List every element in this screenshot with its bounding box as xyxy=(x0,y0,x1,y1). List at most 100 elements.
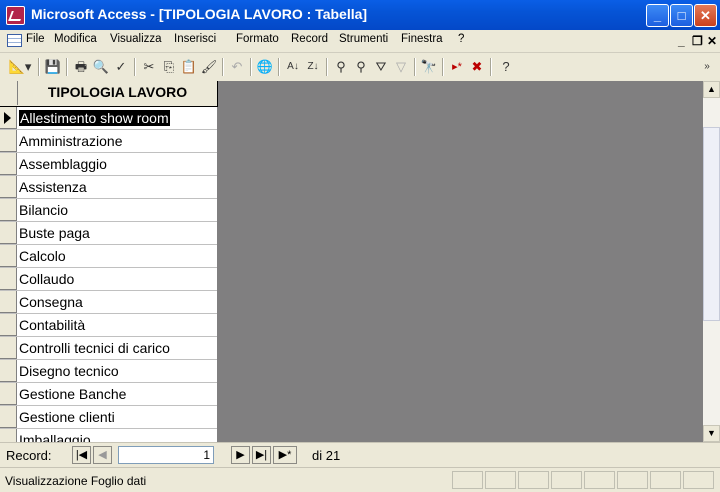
current-record-icon xyxy=(4,112,11,124)
table-cell[interactable]: Gestione Banche xyxy=(19,386,217,402)
maximize-button[interactable]: □ xyxy=(670,4,693,27)
filter-by-selection-icon[interactable]: ⚲ xyxy=(332,58,350,76)
sort-descending-icon[interactable]: Z↓ xyxy=(304,58,322,76)
insert-hyperlink-icon[interactable]: 🌐 xyxy=(256,58,274,76)
undo-icon[interactable]: ↶ xyxy=(228,58,246,76)
help-icon[interactable]: ? xyxy=(497,58,515,76)
design-view-icon[interactable]: 📐▾ xyxy=(6,58,34,76)
current-record-input[interactable]: 1 xyxy=(118,446,214,464)
menu-finestra[interactable]: Finestra xyxy=(401,33,443,45)
save-icon[interactable]: 💾 xyxy=(44,58,62,76)
format-painter-icon[interactable]: 🖌 xyxy=(200,58,218,76)
print-preview-icon[interactable]: 🔍 xyxy=(92,58,110,76)
minimize-button[interactable]: _ xyxy=(646,4,669,27)
table-cell[interactable]: Disegno tecnico xyxy=(19,363,217,379)
find-icon[interactable]: 🔭 xyxy=(420,58,438,76)
table-row[interactable]: Controlli tecnici di carico xyxy=(0,337,217,360)
spelling-icon[interactable]: ✓ xyxy=(112,58,130,76)
record-selector[interactable] xyxy=(0,130,17,152)
menu-strumenti[interactable]: Strumenti xyxy=(339,33,388,45)
scroll-thumb[interactable] xyxy=(703,127,720,321)
toolbar-separator xyxy=(250,58,252,76)
table-row[interactable]: Gestione clienti xyxy=(0,406,217,429)
table-row[interactable]: Collaudo xyxy=(0,268,217,291)
table-cell[interactable]: Allestimento show room xyxy=(19,110,217,126)
table-cell[interactable]: Bilancio xyxy=(19,202,217,218)
scroll-down-button[interactable]: ▼ xyxy=(703,425,720,442)
table-cell[interactable]: Amministrazione xyxy=(19,133,217,149)
table-row[interactable]: Contabilità xyxy=(0,314,217,337)
menu-record[interactable]: Record xyxy=(291,33,328,45)
mdi-close-button[interactable]: ✕ xyxy=(707,34,717,48)
new-record-button[interactable]: ▶* xyxy=(273,446,297,464)
menu-formato[interactable]: Formato xyxy=(236,33,279,45)
last-record-button[interactable]: ▶| xyxy=(252,446,271,464)
table-cell[interactable]: Buste paga xyxy=(19,225,217,241)
new-record-icon[interactable]: ▸* xyxy=(448,58,466,76)
record-selector[interactable] xyxy=(0,176,17,198)
sort-ascending-icon[interactable]: A↓ xyxy=(284,58,302,76)
table-row[interactable]: Calcolo xyxy=(0,245,217,268)
table-row[interactable]: Assemblaggio xyxy=(0,153,217,176)
table-row[interactable]: Buste paga xyxy=(0,222,217,245)
menu-visualizza[interactable]: Visualizza xyxy=(110,33,162,45)
copy-icon[interactable]: ⎘ xyxy=(160,58,178,76)
table-cell[interactable]: Calcolo xyxy=(19,248,217,264)
standard-toolbar: 📐▾ 💾 🖶 🔍 ✓ ✂ ⎘ 📋 🖌 ↶ 🌐 A↓ Z↓ ⚲ ⚲ ⛛ ▽ 🔭 ▸… xyxy=(0,53,720,82)
select-all-corner[interactable] xyxy=(0,81,18,105)
table-cell[interactable]: Consegna xyxy=(19,294,217,310)
previous-record-button[interactable]: ◀ xyxy=(93,446,112,464)
record-selector[interactable] xyxy=(0,429,17,442)
paste-icon[interactable]: 📋 xyxy=(180,58,198,76)
status-panel xyxy=(650,471,681,489)
mdi-minimize-button[interactable]: _ xyxy=(678,34,685,48)
table-row[interactable]: Gestione Banche xyxy=(0,383,217,406)
mdi-restore-button[interactable]: ❐ xyxy=(692,34,703,48)
table-row[interactable]: Bilancio xyxy=(0,199,217,222)
table-row[interactable]: Allestimento show room xyxy=(0,107,217,130)
column-header[interactable]: TIPOLOGIA LAVORO xyxy=(0,81,218,107)
table-cell[interactable]: Collaudo xyxy=(19,271,217,287)
print-icon[interactable]: 🖶 xyxy=(72,58,90,76)
table-row[interactable]: Consegna xyxy=(0,291,217,314)
menu-file[interactable]: File xyxy=(26,33,45,45)
record-selector[interactable] xyxy=(0,337,17,359)
table-row[interactable]: Disegno tecnico xyxy=(0,360,217,383)
record-selector[interactable] xyxy=(0,291,17,313)
record-selector[interactable] xyxy=(0,268,17,290)
menu-help[interactable]: ? xyxy=(458,33,464,45)
close-button[interactable]: ✕ xyxy=(694,4,717,27)
apply-filter-icon[interactable]: ⛛ xyxy=(372,58,390,76)
scroll-up-button[interactable]: ▲ xyxy=(703,81,720,98)
record-selector[interactable] xyxy=(0,222,17,244)
next-record-button[interactable]: ▶ xyxy=(231,446,250,464)
record-selector[interactable] xyxy=(0,383,17,405)
datasheet-window-icon[interactable] xyxy=(7,34,22,47)
record-selector[interactable] xyxy=(0,314,17,336)
table-cell[interactable]: Contabilità xyxy=(19,317,217,333)
record-selector[interactable] xyxy=(0,406,17,428)
remove-filter-icon[interactable]: ▽ xyxy=(392,58,410,76)
cut-icon[interactable]: ✂ xyxy=(140,58,158,76)
table-cell[interactable]: Assemblaggio xyxy=(19,156,217,172)
delete-record-icon[interactable]: ✖ xyxy=(468,58,486,76)
table-row[interactable]: Amministrazione xyxy=(0,130,217,153)
record-selector[interactable] xyxy=(0,245,17,267)
toolbar-options-icon[interactable]: » xyxy=(700,58,714,76)
vertical-scrollbar[interactable]: ▲ ▼ xyxy=(703,81,720,442)
table-row[interactable]: Imballaggio xyxy=(0,429,217,443)
record-selector[interactable] xyxy=(0,360,17,382)
first-record-button[interactable]: |◀ xyxy=(72,446,91,464)
table-cell[interactable]: Controlli tecnici di carico xyxy=(19,340,217,356)
menu-modifica[interactable]: Modifica xyxy=(54,33,97,45)
toolbar-separator xyxy=(222,58,224,76)
menu-inserisci[interactable]: Inserisci xyxy=(174,33,216,45)
record-selector[interactable] xyxy=(0,153,17,175)
table-cell[interactable]: Gestione clienti xyxy=(19,409,217,425)
record-selector[interactable] xyxy=(0,107,17,129)
filter-by-form-icon[interactable]: ⚲ xyxy=(352,58,370,76)
table-row[interactable]: Assistenza xyxy=(0,176,217,199)
access-app-icon[interactable] xyxy=(6,6,25,25)
record-selector[interactable] xyxy=(0,199,17,221)
table-cell[interactable]: Assistenza xyxy=(19,179,217,195)
